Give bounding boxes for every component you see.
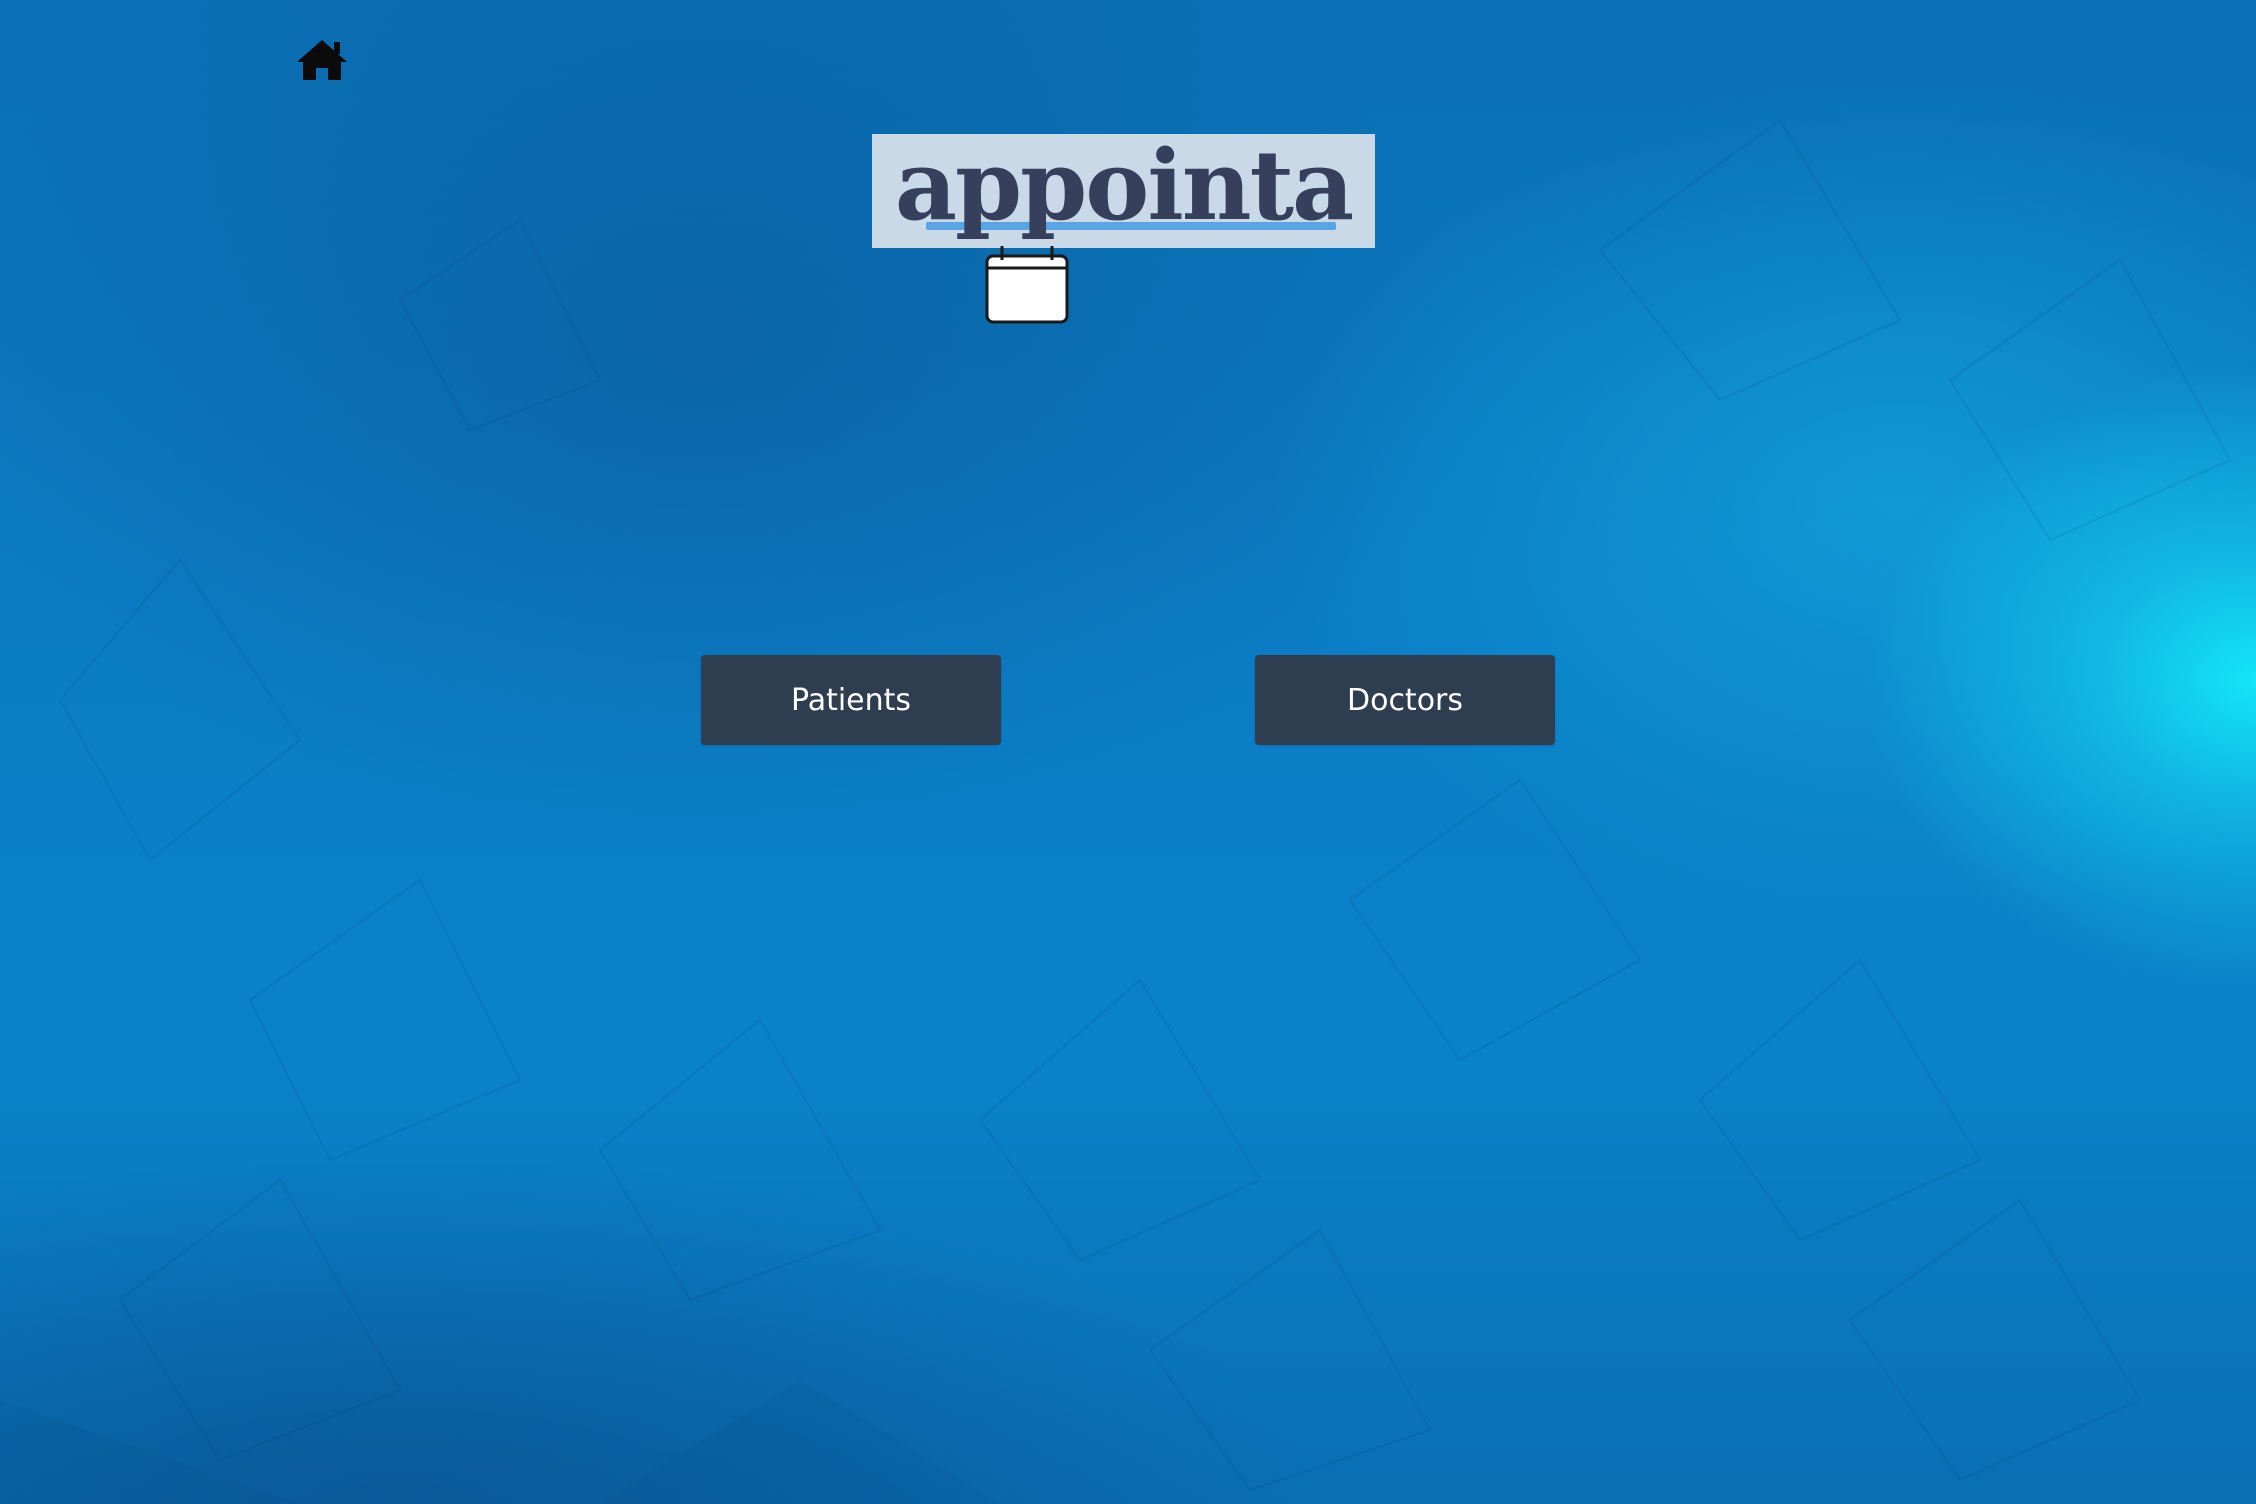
- home-button[interactable]: [294, 36, 350, 84]
- logo-text: appointa: [894, 129, 1354, 242]
- calendar-icon: [984, 244, 1070, 326]
- patients-button[interactable]: Patients: [701, 655, 1001, 745]
- app-logo: appointa: [872, 134, 1375, 248]
- home-icon: [294, 36, 350, 84]
- doctors-button[interactable]: Doctors: [1255, 655, 1555, 745]
